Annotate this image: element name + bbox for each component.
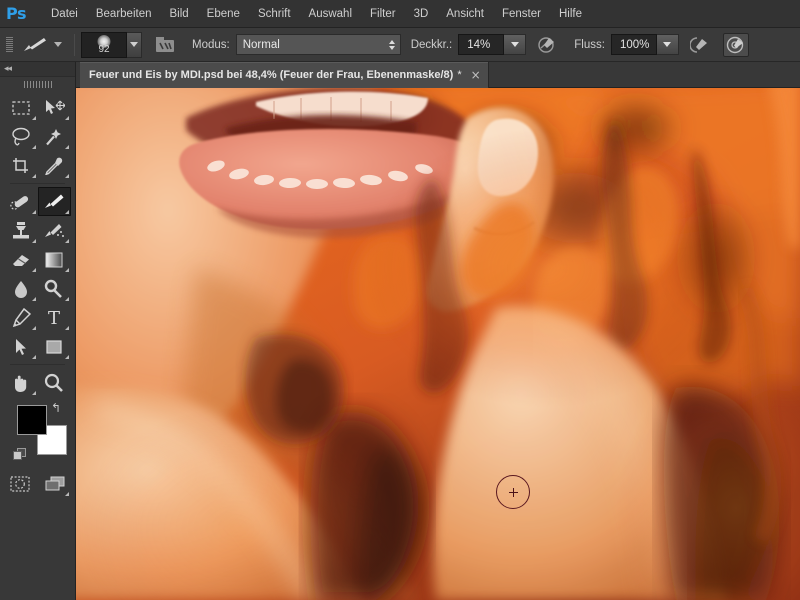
lasso-tool[interactable] <box>4 122 38 151</box>
image-canvas[interactable] <box>76 88 800 600</box>
swap-colors-icon[interactable]: ↰ <box>51 401 61 415</box>
menu-hilfe[interactable]: Hilfe <box>550 4 591 24</box>
menu-ebene[interactable]: Ebene <box>198 4 249 24</box>
rectangular-marquee-tool[interactable] <box>4 93 38 122</box>
photoshop-logo: Ps <box>6 4 26 23</box>
collapse-panel-icon[interactable]: ◂◂ <box>4 64 12 74</box>
color-swatches: ↰ <box>4 401 71 463</box>
menu-fenster[interactable]: Fenster <box>493 4 550 24</box>
composited-artwork <box>76 88 800 600</box>
foreground-color-swatch[interactable] <box>17 405 47 435</box>
screen-mode-icon[interactable] <box>40 469 72 498</box>
history-brush-tool[interactable] <box>38 216 72 245</box>
default-colors-icon[interactable] <box>13 448 26 461</box>
options-bar-grip[interactable] <box>3 34 15 56</box>
type-tool[interactable]: T <box>38 303 72 332</box>
tools-grid: T ↰ <box>0 91 75 498</box>
document-tab-title: Feuer und Eis by MDI.psd bei 48,4% (Feue… <box>89 69 454 81</box>
blend-mode-value: Normal <box>242 38 280 51</box>
menu-auswahl[interactable]: Auswahl <box>300 4 361 24</box>
document-tab[interactable]: Feuer und Eis by MDI.psd bei 48,4% (Feue… <box>80 62 489 88</box>
rectangle-tool[interactable] <box>38 332 72 361</box>
brush-tool[interactable] <box>37 187 71 216</box>
path-selection-tool[interactable] <box>4 332 38 361</box>
menu-schrift[interactable]: Schrift <box>249 4 300 24</box>
tools-panel-header[interactable]: ◂◂ <box>0 62 75 77</box>
move-tool[interactable] <box>38 93 72 122</box>
svg-text:T: T <box>48 308 60 328</box>
tools-panel: ◂◂ T ↰ <box>0 62 76 600</box>
blur-tool[interactable] <box>4 274 38 303</box>
photoshop-window: Ps Datei Bearbeiten Bild Ebene Schrift A… <box>0 0 800 600</box>
tablet-pressure-opacity-icon[interactable] <box>534 33 560 57</box>
zoom-tool[interactable] <box>38 368 72 397</box>
blend-mode-select[interactable]: Normal <box>235 34 401 55</box>
airbrush-icon[interactable] <box>687 33 713 57</box>
menu-ansicht[interactable]: Ansicht <box>437 4 493 24</box>
close-icon[interactable]: × <box>471 69 481 81</box>
flow-chevron-down-icon[interactable] <box>656 34 679 55</box>
document-tab-bar: Feuer und Eis by MDI.psd bei 48,4% (Feue… <box>76 62 800 88</box>
menu-filter[interactable]: Filter <box>361 4 405 24</box>
brush-preset-chevron-down-icon[interactable] <box>127 31 142 58</box>
tool-options-bar: 92 Modus: Normal Deckkr.: 14% Fluss: 100… <box>0 28 800 62</box>
flow-input[interactable]: 100% <box>610 34 657 55</box>
opacity-input[interactable]: 14% <box>458 34 505 55</box>
opacity-label: Deckkr.: <box>410 38 453 51</box>
brush-panel-icon[interactable] <box>152 33 178 57</box>
menu-bild[interactable]: Bild <box>160 4 197 24</box>
flow-label: Fluss: <box>574 38 605 51</box>
spot-healing-brush-tool[interactable] <box>4 187 38 216</box>
divider <box>10 364 65 365</box>
divider <box>10 183 65 184</box>
brush-preset-picker[interactable]: 92 <box>81 31 127 58</box>
brush-circle-cursor <box>496 475 530 509</box>
menu-datei[interactable]: Datei <box>42 4 87 24</box>
menu-3d[interactable]: 3D <box>405 4 438 24</box>
menu-bar: Ps Datei Bearbeiten Bild Ebene Schrift A… <box>0 0 800 28</box>
gradient-tool[interactable] <box>38 245 72 274</box>
pen-tool[interactable] <box>4 303 38 332</box>
mode-buttons-row <box>4 469 71 498</box>
magic-wand-tool[interactable] <box>38 122 72 151</box>
menu-bearbeiten[interactable]: Bearbeiten <box>87 4 161 24</box>
current-tool-icon[interactable] <box>18 33 52 57</box>
brush-size-value: 92 <box>98 43 110 55</box>
hand-tool[interactable] <box>4 368 38 397</box>
tool-preset-chevron-down-icon[interactable] <box>54 42 62 47</box>
blend-mode-stepper-icon <box>388 39 395 50</box>
quick-mask-icon[interactable] <box>4 469 36 498</box>
eraser-tool[interactable] <box>4 245 38 274</box>
tools-panel-grip[interactable] <box>0 77 75 91</box>
dodge-tool[interactable] <box>38 274 72 303</box>
menu-items: Datei Bearbeiten Bild Ebene Schrift Ausw… <box>42 0 591 28</box>
crop-tool[interactable] <box>4 151 38 180</box>
document-unsaved-marker: * <box>457 69 462 81</box>
tablet-pressure-size-icon[interactable] <box>722 32 749 57</box>
mode-label: Modus: <box>192 38 230 51</box>
opacity-chevron-down-icon[interactable] <box>504 34 527 55</box>
divider <box>74 33 75 56</box>
eyedropper-tool[interactable] <box>38 151 72 180</box>
clone-stamp-tool[interactable] <box>4 216 38 245</box>
